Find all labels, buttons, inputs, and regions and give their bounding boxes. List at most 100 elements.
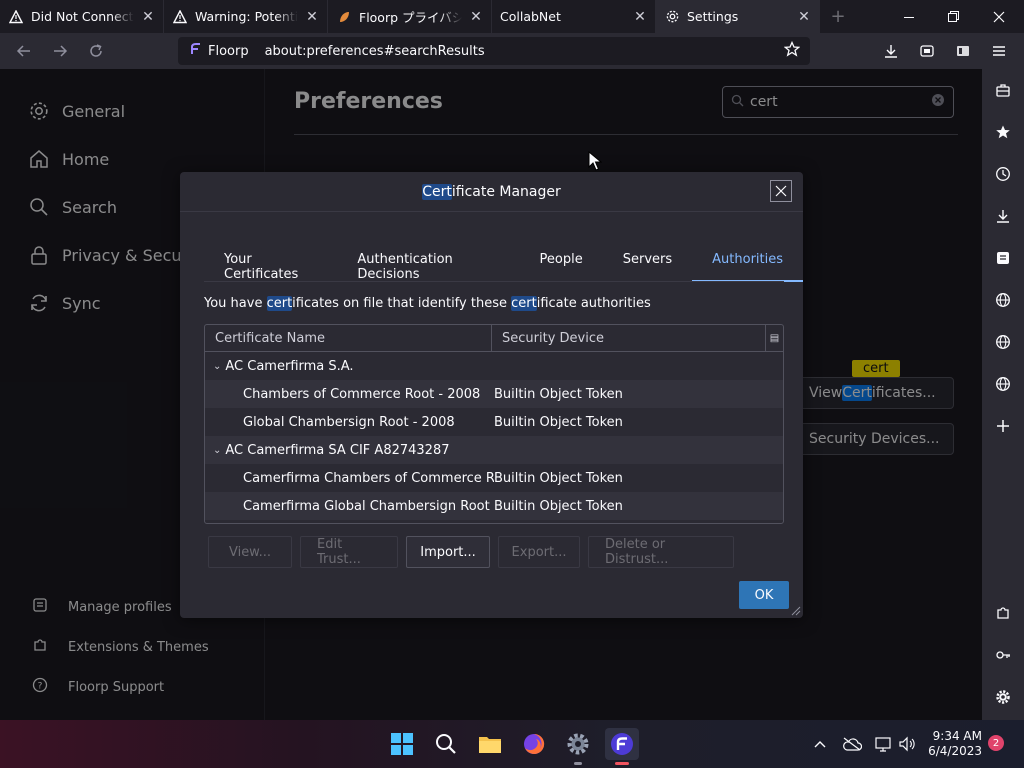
web-panel-globe-icon[interactable]: [991, 330, 1015, 354]
add-panel-plus-icon[interactable]: [991, 414, 1015, 438]
bookmarks-star-icon[interactable]: [991, 120, 1015, 144]
close-icon[interactable]: ✕: [141, 9, 155, 25]
tab-floorp-privacy[interactable]: Floorp プライバシーポリシー ✕: [328, 0, 492, 33]
ok-button[interactable]: OK: [739, 581, 789, 609]
toolbox-icon[interactable]: [991, 78, 1015, 102]
tab-did-not-connect[interactable]: Did Not Connect: Potential Security Issu…: [0, 0, 164, 33]
history-clock-icon[interactable]: [991, 162, 1015, 186]
tree-header: Certificate Name Security Device ▤: [205, 325, 783, 352]
tab-title: Settings: [687, 9, 739, 24]
notification-badge[interactable]: 2: [988, 735, 1004, 751]
notes-icon[interactable]: [991, 246, 1015, 270]
volume-icon[interactable]: [895, 732, 919, 756]
floorp-taskbar-icon[interactable]: [605, 728, 639, 760]
extensions-puzzle-icon[interactable]: [991, 601, 1015, 625]
file-explorer-icon[interactable]: [474, 728, 506, 760]
start-windows-icon[interactable]: [386, 728, 418, 760]
tree-row[interactable]: Global Chambersign Root - 2008 Builtin O…: [205, 408, 783, 436]
network-icon[interactable]: [872, 732, 896, 756]
close-icon[interactable]: ✕: [633, 9, 647, 25]
identity-label: Floorp: [208, 43, 249, 59]
tab-collabnet[interactable]: CollabNet ✕: [492, 0, 656, 33]
search-icon[interactable]: [430, 728, 462, 760]
reload-icon[interactable]: [82, 37, 110, 65]
url-bar[interactable]: Floorp about:preferences#searchResults: [178, 37, 810, 65]
downloads-icon[interactable]: [991, 204, 1015, 228]
chevron-down-icon[interactable]: ⌄: [213, 361, 221, 372]
url-text[interactable]: about:preferences#searchResults: [265, 44, 776, 59]
system-clock[interactable]: 9:34 AM 6/4/2023: [920, 729, 982, 759]
tab-title: Floorp プライバシーポリシー: [359, 10, 462, 25]
mouse-cursor-icon: [588, 150, 603, 171]
tab-your-certificates[interactable]: Your Certificates: [204, 242, 337, 282]
forward-arrow-icon[interactable]: [46, 37, 74, 65]
identity-box[interactable]: Floorp: [188, 42, 257, 60]
desc-text: You have: [204, 296, 267, 311]
tab-servers[interactable]: Servers: [603, 242, 692, 282]
search-highlight: cert: [266, 296, 293, 311]
close-icon[interactable]: ✕: [305, 9, 319, 25]
resize-grip-icon[interactable]: [791, 606, 801, 616]
active-indicator: [615, 762, 629, 765]
close-icon[interactable]: ✕: [469, 9, 483, 25]
search-highlight: cert: [511, 296, 537, 311]
authorities-tree[interactable]: Certificate Name Security Device ▤ ⌄ AC C…: [204, 324, 784, 524]
bookmark-star-icon[interactable]: [783, 40, 801, 61]
web-panel-globe-icon[interactable]: [991, 288, 1015, 312]
column-certificate-name[interactable]: Certificate Name: [205, 325, 492, 351]
tab-people[interactable]: People: [520, 242, 603, 282]
firefox-icon[interactable]: [518, 728, 550, 760]
tab-authentication-decisions[interactable]: Authentication Decisions: [337, 242, 519, 282]
tabs-divider: [204, 281, 784, 282]
chevron-down-icon[interactable]: ⌄: [213, 445, 221, 456]
close-dialog-button[interactable]: [770, 180, 792, 202]
group-name: AC Camerfirma SA CIF A82743287: [225, 442, 450, 458]
certificate-manager-dialog: Cert ificate Manager Your Certificates Au…: [180, 172, 803, 618]
library-icon[interactable]: [913, 37, 941, 65]
tab-settings[interactable]: Settings ✕: [656, 0, 820, 33]
certificate-name-cell: Camerfirma Chambers of Commerce Root: [243, 470, 494, 486]
authorities-description: You have certificates on file that ident…: [204, 296, 651, 311]
view-button[interactable]: View...: [208, 536, 292, 568]
edit-trust-button[interactable]: Edit Trust...: [300, 536, 398, 568]
column-security-device[interactable]: Security Device: [492, 325, 765, 351]
settings-gear-icon[interactable]: [562, 728, 594, 760]
certificate-name-cell: Chambers of Commerce Root - 2008: [243, 386, 481, 402]
tree-row[interactable]: Camerfirma Chambers of Commerce Root Bui…: [205, 464, 783, 492]
dialog-title-text: ificate Manager: [451, 183, 561, 200]
tab-title: Warning: Potential Security Risk Ahead: [195, 9, 298, 24]
back-arrow-icon[interactable]: [10, 37, 38, 65]
onedrive-cloud-icon[interactable]: [840, 732, 864, 756]
tree-row[interactable]: Camerfirma Global Chambersign Root Built…: [205, 492, 783, 520]
certificate-name-cell: Camerfirma Global Chambersign Root: [243, 498, 490, 514]
tree-row-group[interactable]: ⌄ AC Camerfirma S.A.: [205, 352, 783, 380]
show-hidden-icons-chevron-up-icon[interactable]: [808, 732, 832, 756]
column-picker-icon[interactable]: ▤: [765, 325, 783, 351]
close-icon[interactable]: ✕: [797, 9, 811, 25]
device-cell: Builtin Object Token: [494, 470, 623, 486]
tab-warning-risk[interactable]: Warning: Potential Security Risk Ahead ✕: [164, 0, 328, 33]
tab-title: CollabNet: [500, 9, 561, 24]
sidebar-toggle-icon[interactable]: [949, 37, 977, 65]
floorp-leaf-icon: [336, 9, 352, 25]
minimize-button[interactable]: [886, 0, 932, 33]
downloads-icon[interactable]: [877, 37, 905, 65]
warning-icon: [8, 9, 24, 25]
restore-button[interactable]: [930, 0, 976, 33]
certificate-name-cell: Global Chambersign Root - 2008: [243, 414, 455, 430]
import-button[interactable]: Import...: [406, 536, 490, 568]
close-window-button[interactable]: [976, 0, 1022, 33]
sidebar-settings-gear-icon[interactable]: [991, 685, 1015, 709]
tree-row[interactable]: Chambers of Commerce Root - 2008 Builtin…: [205, 380, 783, 408]
device-cell: Builtin Object Token: [494, 414, 623, 430]
passwords-key-icon[interactable]: [991, 643, 1015, 667]
running-indicator: [574, 762, 582, 765]
new-tab-button[interactable]: +: [820, 0, 856, 33]
export-button[interactable]: Export...: [498, 536, 580, 568]
tree-row-group[interactable]: ⌄ AC Camerfirma SA CIF A82743287: [205, 436, 783, 464]
menu-hamburger-icon[interactable]: [985, 37, 1013, 65]
web-panel-globe-icon[interactable]: [991, 372, 1015, 396]
delete-or-distrust-button[interactable]: Delete or Distrust...: [588, 536, 734, 568]
desc-text: ificate authorities: [536, 296, 651, 311]
tab-authorities[interactable]: Authorities: [692, 242, 803, 282]
